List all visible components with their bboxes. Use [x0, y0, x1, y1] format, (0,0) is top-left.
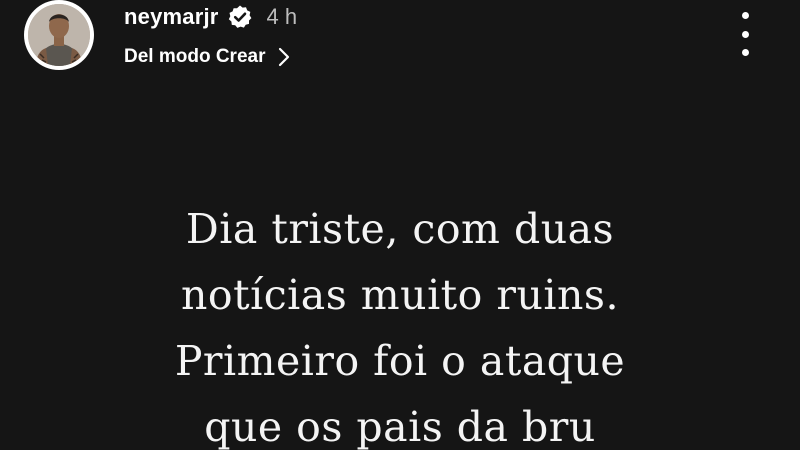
chevron-right-icon [277, 46, 291, 68]
create-mode-label: Del modo Crear [124, 46, 266, 67]
story-text-line: que os pais da bru [204, 403, 596, 450]
username[interactable]: neymarjr [124, 4, 219, 30]
more-dot [741, 30, 749, 38]
create-mode-link[interactable]: Del modo Crear [124, 42, 291, 72]
more-dot [741, 12, 749, 19]
story-text-line: notícias muito ruins. [181, 271, 619, 319]
story-view[interactable]: neymarjr 4 h Del modo Crear Dia triste, … [0, 0, 800, 450]
more-dot [741, 49, 749, 56]
story-text: Dia triste, com duas notícias muito ruin… [0, 196, 800, 450]
profile-photo-image [28, 4, 90, 66]
post-timestamp: 4 h [266, 4, 298, 29]
profile-photo [28, 4, 90, 66]
avatar[interactable] [24, 0, 94, 70]
story-text-line: Dia triste, com duas [185, 205, 615, 253]
story-text-line: Primeiro foi o ataque [174, 337, 626, 385]
username-row: neymarjr 4 h [124, 2, 297, 32]
verified-badge-icon [227, 4, 253, 30]
more-options-icon[interactable] [730, 12, 760, 56]
story-header: neymarjr 4 h Del modo Crear [0, 0, 800, 80]
